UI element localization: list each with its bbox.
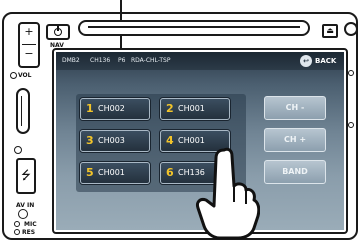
preset-channel: CH001 <box>98 168 125 177</box>
channel-up-button[interactable]: CH + <box>264 128 326 152</box>
preset-button-1[interactable]: 1 CH002 <box>80 98 150 120</box>
station-text: RDA-CHL-TSP <box>131 57 171 64</box>
band-text: DMB2 <box>62 57 80 64</box>
av-in-jack[interactable] <box>18 209 28 219</box>
preset-channel: CH001 <box>178 104 205 113</box>
vol-knob[interactable] <box>10 72 17 79</box>
sd-card-slot[interactable] <box>16 88 30 134</box>
eject-button[interactable]: ⏏ <box>322 24 338 38</box>
channel-text: CH136 <box>90 57 111 64</box>
back-label: BACK <box>315 57 337 65</box>
usb-port[interactable]: ⭍ <box>16 158 36 194</box>
volume-up-label: + <box>24 25 34 38</box>
preset-number: 6 <box>166 166 174 179</box>
indicator-dot <box>14 146 22 154</box>
preset-number: 4 <box>166 134 174 147</box>
preset-channel: CH002 <box>98 104 125 113</box>
mic-label: MIC <box>24 221 37 228</box>
av-in-label: AV IN <box>16 202 35 209</box>
back-icon: ↩ <box>300 55 312 67</box>
sensor-dot <box>344 22 358 36</box>
power-button[interactable] <box>46 24 70 40</box>
right-indicator-2 <box>348 122 354 128</box>
preset-button-2[interactable]: 2 CH001 <box>160 98 230 120</box>
eject-icon: ⏏ <box>326 26 334 35</box>
preset-number: 1 <box>86 102 94 115</box>
back-button[interactable]: ↩ BACK <box>300 54 338 68</box>
reset-button[interactable] <box>14 229 20 235</box>
preset-channel: CH003 <box>98 136 125 145</box>
band-button[interactable]: BAND <box>264 160 326 184</box>
volume-rocker[interactable]: + − <box>18 22 40 68</box>
preset-number: 5 <box>86 166 94 179</box>
preset-button-3[interactable]: 3 CH003 <box>80 130 150 152</box>
preset-button-5[interactable]: 5 CH001 <box>80 162 150 184</box>
usb-icon: ⭍ <box>21 167 31 182</box>
preset-number: 3 <box>86 134 94 147</box>
preset-text: P6 <box>118 57 126 64</box>
disc-slot <box>78 20 310 36</box>
pointing-hand-icon <box>196 147 260 240</box>
vol-label: VOL <box>18 72 32 79</box>
status-bar: DMB2 CH136 P6 RDA-CHL-TSP ↩ BACK <box>56 52 344 70</box>
res-label: RES <box>22 229 36 236</box>
power-icon <box>54 26 62 36</box>
channel-down-button[interactable]: CH - <box>264 96 326 120</box>
volume-down-label: − <box>24 47 34 60</box>
right-indicator-1 <box>348 70 354 76</box>
mic-hole <box>14 221 20 227</box>
preset-number: 2 <box>166 102 174 115</box>
